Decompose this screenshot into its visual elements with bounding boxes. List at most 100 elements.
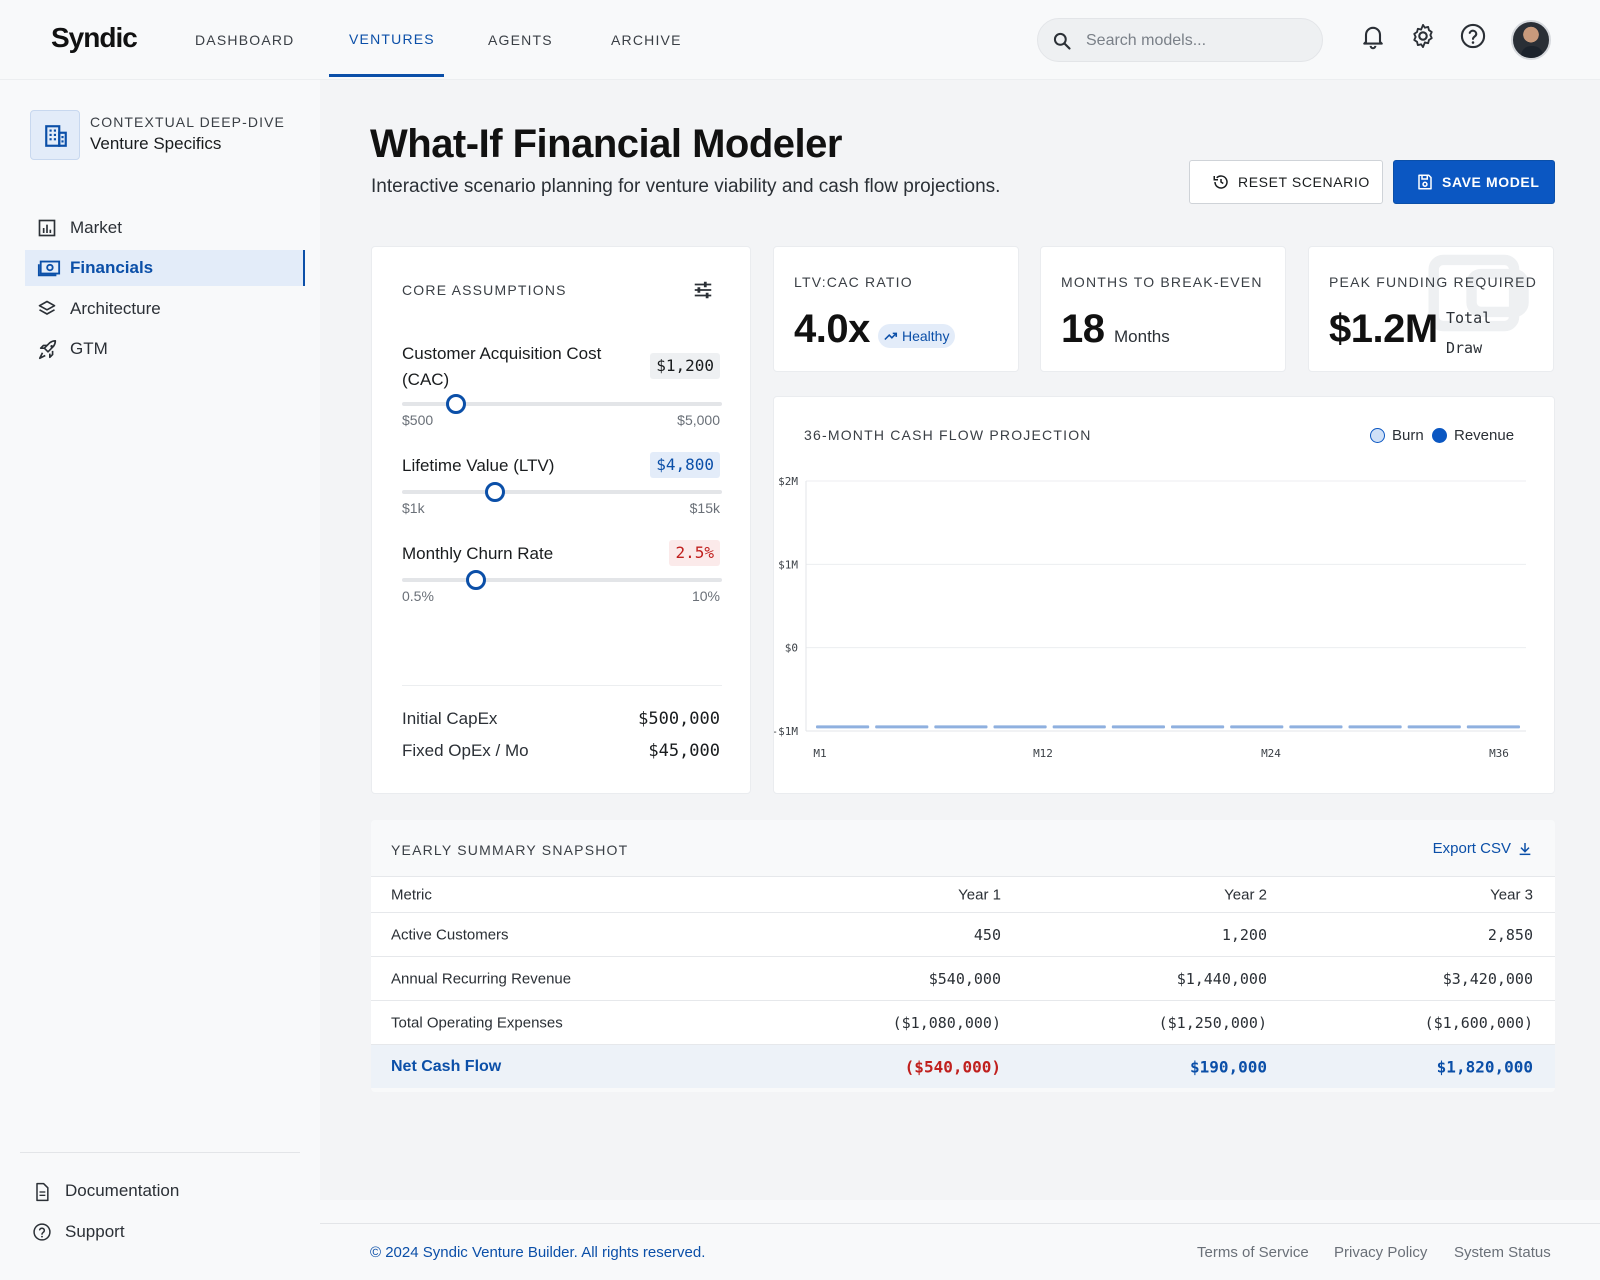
bell-icon[interactable]	[1359, 22, 1387, 50]
status-badge: Healthy	[878, 324, 956, 348]
table-cell: 450	[973, 925, 1001, 944]
context-label: CONTEXTUAL DEEP-DIVE	[90, 114, 285, 130]
x-tick-label: M12	[1033, 747, 1053, 760]
churn-slider-track[interactable]	[402, 570, 722, 590]
venture-context-badge	[30, 110, 80, 160]
building-icon	[45, 125, 67, 147]
table-cell: $540,000	[928, 969, 1001, 988]
table-header-bar: YEARLY SUMMARY SNAPSHOT Export CSV	[371, 820, 1555, 876]
column-header: Year 2	[1224, 886, 1267, 903]
save-model-button[interactable]: SAVE MODEL	[1393, 160, 1555, 204]
sidebar-item-market[interactable]: Market	[25, 210, 305, 246]
y-tick-label: $0	[785, 642, 798, 655]
y-tick-label: $2M	[778, 475, 798, 488]
ltv-slider-handle[interactable]	[484, 482, 505, 502]
row-metric: Net Cash Flow	[391, 1057, 502, 1075]
kpi-break-even: MONTHS TO BREAK-EVEN 18 Months	[1040, 246, 1286, 372]
row-metric: Annual Recurring Revenue	[391, 970, 572, 987]
burn-bar	[1052, 725, 1106, 729]
burn-bar	[1111, 725, 1165, 729]
main-content: What-If Financial Modeler Interactive sc…	[320, 80, 1600, 1200]
gear-icon[interactable]	[1409, 22, 1437, 50]
kpi-unit: Total Draw	[1446, 303, 1491, 363]
reset-scenario-button[interactable]: RESET SCENARIO	[1189, 160, 1383, 204]
page-footer: © 2024 Syndic Venture Builder. All right…	[320, 1223, 1600, 1280]
ltv-label: Lifetime Value (LTV)	[402, 456, 555, 475]
app-logo[interactable]: Syndic	[51, 22, 138, 54]
table-row: Active Customers 450 1,200 2,850	[371, 912, 1555, 956]
sidebar-divider	[20, 1152, 300, 1153]
save-model-label: SAVE MODEL	[1442, 174, 1540, 190]
sidebar-item-support[interactable]: Support	[20, 1214, 300, 1250]
kpi-value: 18	[1061, 307, 1105, 351]
card-title: CORE ASSUMPTIONS	[402, 282, 567, 298]
table-cell: 2,850	[1487, 925, 1533, 944]
context-subtitle: Venture Specifics	[90, 134, 222, 153]
layers-icon	[38, 300, 56, 315]
privacy-link[interactable]: Privacy Policy	[1334, 1244, 1427, 1261]
bar-chart-icon	[38, 219, 56, 237]
active-tab-indicator	[329, 74, 444, 77]
burn-bar	[1407, 725, 1461, 729]
cac-slider-track[interactable]	[402, 394, 722, 414]
search-box[interactable]: Search models...	[1037, 18, 1323, 62]
help-icon	[33, 1223, 51, 1241]
tab-archive[interactable]: ARCHIVE	[611, 32, 682, 48]
tab-dashboard[interactable]: DASHBOARD	[195, 32, 294, 48]
terms-link[interactable]: Terms of Service	[1197, 1244, 1309, 1261]
user-avatar[interactable]	[1511, 20, 1551, 60]
sidebar-item-financials[interactable]: Financials	[25, 250, 305, 286]
column-header: Year 3	[1490, 886, 1533, 903]
net-cash-flow-row: Net Cash Flow ($540,000) $190,000 $1,820…	[371, 1044, 1555, 1088]
cac-slider-handle[interactable]	[446, 394, 467, 414]
assumptions-divider	[402, 685, 722, 686]
row-metric: Active Customers	[391, 926, 509, 943]
sidebar-item-architecture[interactable]: Architecture	[25, 291, 305, 327]
opex-label: Fixed OpEx / Mo	[402, 741, 529, 760]
history-icon	[1213, 175, 1228, 189]
badge-label: Healthy	[902, 328, 950, 344]
export-csv-button[interactable]: Export CSV	[1433, 840, 1533, 857]
page-title: What-If Financial Modeler	[370, 122, 842, 166]
tab-agents[interactable]: AGENTS	[488, 32, 553, 48]
x-tick-label: M1	[813, 747, 826, 760]
column-header: Metric	[391, 886, 432, 903]
help-icon[interactable]	[1459, 22, 1487, 50]
churn-value[interactable]: 2.5%	[669, 540, 720, 566]
burn-bar	[1466, 725, 1520, 729]
capex-value: $500,000	[638, 709, 720, 729]
system-status-link[interactable]: System Status	[1454, 1244, 1551, 1261]
kpi-unit: Months	[1114, 327, 1170, 346]
ltv-value[interactable]: $4,800	[650, 452, 720, 478]
kpi-ltv-cac: LTV:CAC RATIO 4.0x Healthy	[773, 246, 1019, 372]
kpi-unit-line2: Draw	[1446, 339, 1483, 357]
sidebar-item-label: Support	[65, 1222, 125, 1241]
save-icon	[1418, 174, 1432, 190]
ltv-slider-track[interactable]	[402, 482, 722, 502]
churn-slider-handle[interactable]	[465, 570, 486, 590]
sidebar-item-gtm[interactable]: GTM	[25, 331, 305, 367]
tune-icon[interactable]	[692, 279, 714, 301]
top-navigation-bar: Syndic DASHBOARD VENTURES AGENTS ARCHIVE…	[0, 0, 1600, 80]
tab-ventures[interactable]: VENTURES	[349, 31, 435, 47]
table-cell: $3,420,000	[1442, 969, 1533, 988]
search-input[interactable]: Search models...	[1086, 32, 1206, 50]
sidebar: CONTEXTUAL DEEP-DIVE Venture Specifics M…	[0, 80, 320, 1280]
cac-label-line2: (CAC)	[402, 370, 450, 389]
table-cell: $1,820,000	[1436, 1057, 1533, 1076]
sidebar-item-label: Market	[70, 218, 122, 237]
table-cell: $1,440,000	[1176, 969, 1267, 988]
sidebar-item-label: Architecture	[70, 299, 161, 318]
burn-bar	[1348, 725, 1402, 729]
x-tick-label: M24	[1261, 747, 1281, 760]
table-cell: ($540,000)	[904, 1057, 1001, 1076]
churn-label: Monthly Churn Rate	[402, 544, 554, 563]
churn-min: 0.5%	[402, 588, 434, 604]
churn-max: 10%	[691, 588, 720, 604]
cac-value[interactable]: $1,200	[650, 353, 720, 379]
capex-label: Initial CapEx	[402, 709, 498, 728]
burn-bar	[816, 725, 870, 729]
cash-flow-chart-card: 36-MONTH CASH FLOW PROJECTION Burn Reven…	[773, 396, 1555, 794]
table-cell: $190,000	[1189, 1057, 1267, 1076]
sidebar-item-documentation[interactable]: Documentation	[20, 1173, 300, 1209]
